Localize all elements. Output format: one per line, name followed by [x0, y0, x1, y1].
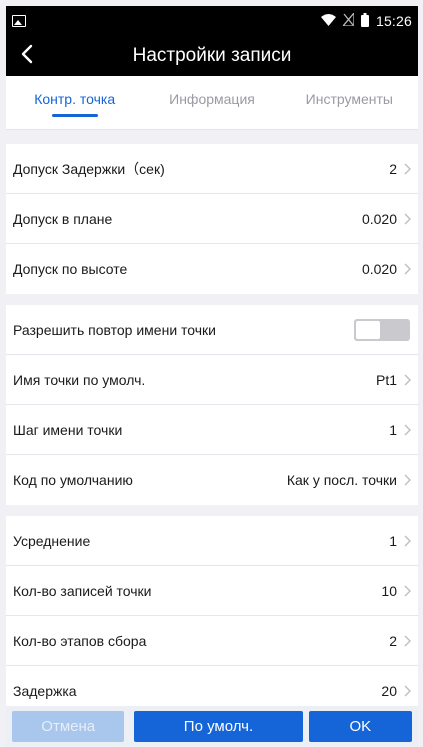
setting-value: 10 [381, 582, 397, 599]
chevron-right-icon [402, 634, 412, 648]
setting-value: 0.020 [361, 210, 397, 227]
back-button[interactable] [10, 36, 44, 76]
setting-label: Допуск Задержки（сек) [13, 160, 165, 177]
title-bar: Настройки записи [6, 36, 418, 76]
setting-row-averaging[interactable]: Усреднение 1 [6, 516, 418, 566]
setting-value: 0.020 [361, 261, 397, 277]
setting-label: Кол-во этапов сбора [13, 632, 147, 649]
chevron-right-icon [402, 584, 412, 598]
setting-value: 1 [389, 421, 397, 438]
page-title: Настройки записи [132, 45, 292, 66]
setting-label: Кол-во записей точки [13, 582, 152, 599]
screen: 15:26 Настройки записи Контр. точка Инфо… [0, 0, 423, 747]
setting-value: 1 [389, 532, 397, 549]
tab-label: Контр. точка [34, 90, 116, 107]
battery-icon [360, 12, 369, 30]
setting-label: Усреднение [13, 532, 91, 549]
setting-row-horizontal-tolerance[interactable]: Допуск в плане 0.020 [6, 194, 418, 244]
action-bar: Отмена По умолч. OK [6, 706, 418, 747]
image-icon [12, 15, 26, 27]
setting-label: Шаг имени точки [13, 421, 123, 438]
setting-row-default-point-name[interactable]: Имя точки по умолч. Pt1 [6, 355, 418, 405]
setting-value: 2 [389, 160, 397, 177]
setting-label: Задержка [13, 683, 77, 699]
setting-value: 2 [389, 632, 397, 649]
chevron-right-icon [402, 684, 412, 698]
tab-checkpoint[interactable]: Контр. точка [6, 76, 143, 129]
chevron-right-icon [402, 212, 412, 226]
no-sim-icon [341, 11, 355, 29]
chevron-right-icon [402, 473, 412, 487]
setting-label: Разрешить повтор имени точки [13, 321, 216, 338]
chevron-right-icon [402, 162, 412, 176]
tab-label: Инструменты [305, 90, 393, 107]
reset-defaults-button[interactable]: По умолч. [134, 711, 303, 742]
setting-label: Код по умолчанию [13, 472, 133, 488]
setting-row-delay[interactable]: Задержка 20 [6, 666, 418, 710]
toggle-knob [356, 320, 380, 339]
chevron-right-icon [402, 373, 412, 387]
setting-row-delay-tolerance[interactable]: Допуск Задержки（сек) 2 [6, 144, 418, 194]
tab-information[interactable]: Информация [143, 76, 280, 129]
setting-value: Pt1 [375, 371, 397, 388]
setting-label: Допуск в плане [13, 210, 113, 227]
setting-value: Как у посл. точки [286, 472, 397, 488]
section-gap [6, 505, 418, 516]
active-tab-indicator [51, 114, 98, 117]
setting-row-default-code[interactable]: Код по умолчанию Как у посл. точки [6, 455, 418, 505]
setting-value: 20 [381, 683, 397, 699]
tab-tools[interactable]: Инструменты [281, 76, 418, 129]
setting-row-allow-repeat-name: Разрешить повтор имени точки [6, 305, 418, 355]
status-time: 15:26 [375, 13, 412, 29]
status-bar: 15:26 [6, 6, 418, 36]
chevron-left-icon [21, 44, 33, 69]
repeat-name-toggle[interactable] [354, 318, 410, 341]
setting-label: Допуск по высоте [13, 261, 128, 277]
wifi-icon [320, 13, 336, 29]
setting-row-record-count[interactable]: Кол-во записей точки 10 [6, 566, 418, 616]
tab-label: Информация [169, 90, 255, 107]
section-gap [6, 130, 418, 144]
setting-row-collection-stages[interactable]: Кол-во этапов сбора 2 [6, 616, 418, 666]
settings-list: Допуск Задержки（сек) 2 Допуск в плане 0.… [6, 130, 418, 710]
section-gap [6, 294, 418, 305]
setting-row-vertical-tolerance[interactable]: Допуск по высоте 0.020 [6, 244, 418, 294]
chevron-right-icon [402, 262, 412, 276]
tab-bar: Контр. точка Информация Инструменты [6, 76, 418, 130]
cancel-button[interactable]: Отмена [12, 711, 125, 742]
ok-button[interactable]: OK [308, 711, 413, 742]
chevron-right-icon [402, 534, 412, 548]
chevron-right-icon [402, 423, 412, 437]
setting-label: Имя точки по умолч. [13, 371, 146, 388]
setting-row-point-name-step[interactable]: Шаг имени точки 1 [6, 405, 418, 455]
